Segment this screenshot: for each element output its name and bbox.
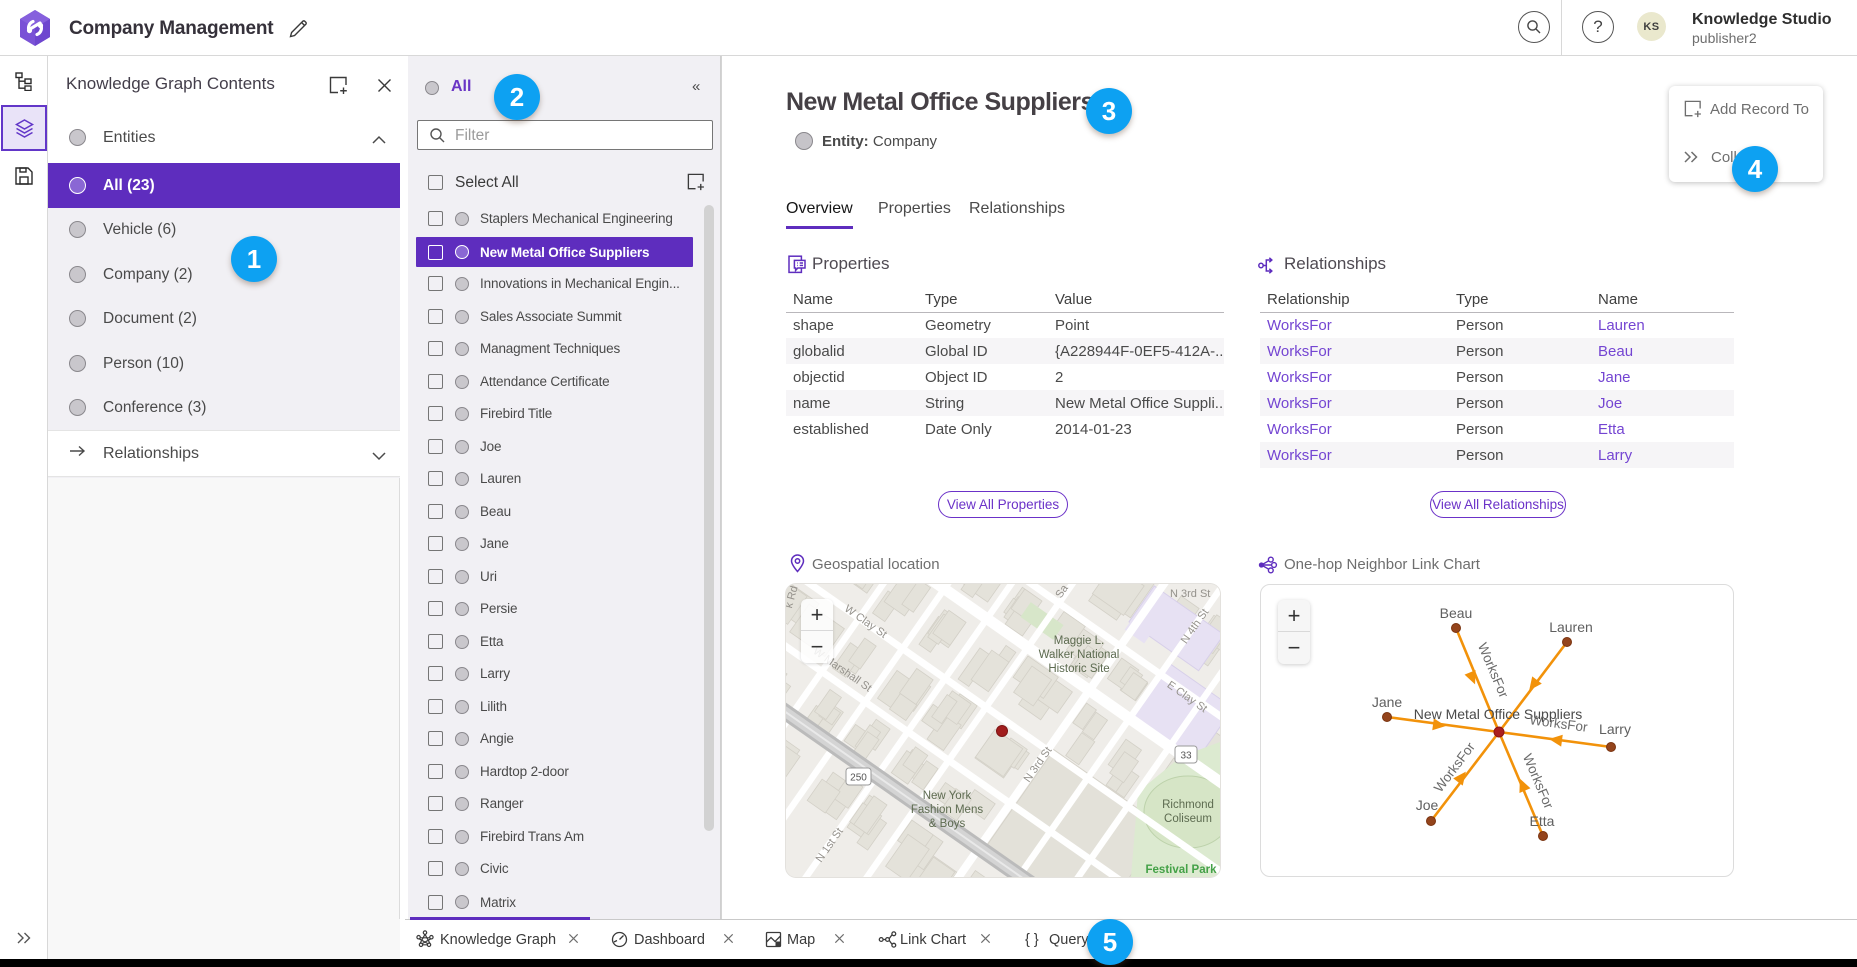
svg-text:250: 250 (850, 773, 867, 784)
svg-text:Historic Site: Historic Site (1048, 663, 1109, 675)
svg-text:WorksFor: WorksFor (1475, 640, 1512, 700)
svg-text:Etta: Etta (1530, 813, 1555, 829)
svg-text:Coliseum: Coliseum (1164, 813, 1212, 825)
svg-text:Festival Park: Festival Park (1146, 864, 1218, 876)
svg-text:& Boys: & Boys (929, 818, 966, 830)
svg-text:Larry: Larry (1599, 721, 1631, 737)
svg-text:Beau: Beau (1440, 605, 1473, 621)
svg-text:WorksFor: WorksFor (1520, 751, 1557, 811)
svg-text:Joe: Joe (1416, 797, 1439, 813)
svg-text:Fashion Mens: Fashion Mens (911, 804, 983, 816)
svg-text:Richmond: Richmond (1162, 799, 1214, 811)
svg-text:New York: New York (923, 790, 972, 802)
svg-text:Walker National: Walker National (1039, 649, 1120, 661)
svg-text:33: 33 (1180, 751, 1192, 762)
svg-text:N 3rd St: N 3rd St (1170, 588, 1210, 600)
svg-text:Jane: Jane (1372, 694, 1403, 710)
svg-text:Lauren: Lauren (1549, 619, 1593, 635)
svg-text:Maggie L.: Maggie L. (1054, 635, 1105, 647)
